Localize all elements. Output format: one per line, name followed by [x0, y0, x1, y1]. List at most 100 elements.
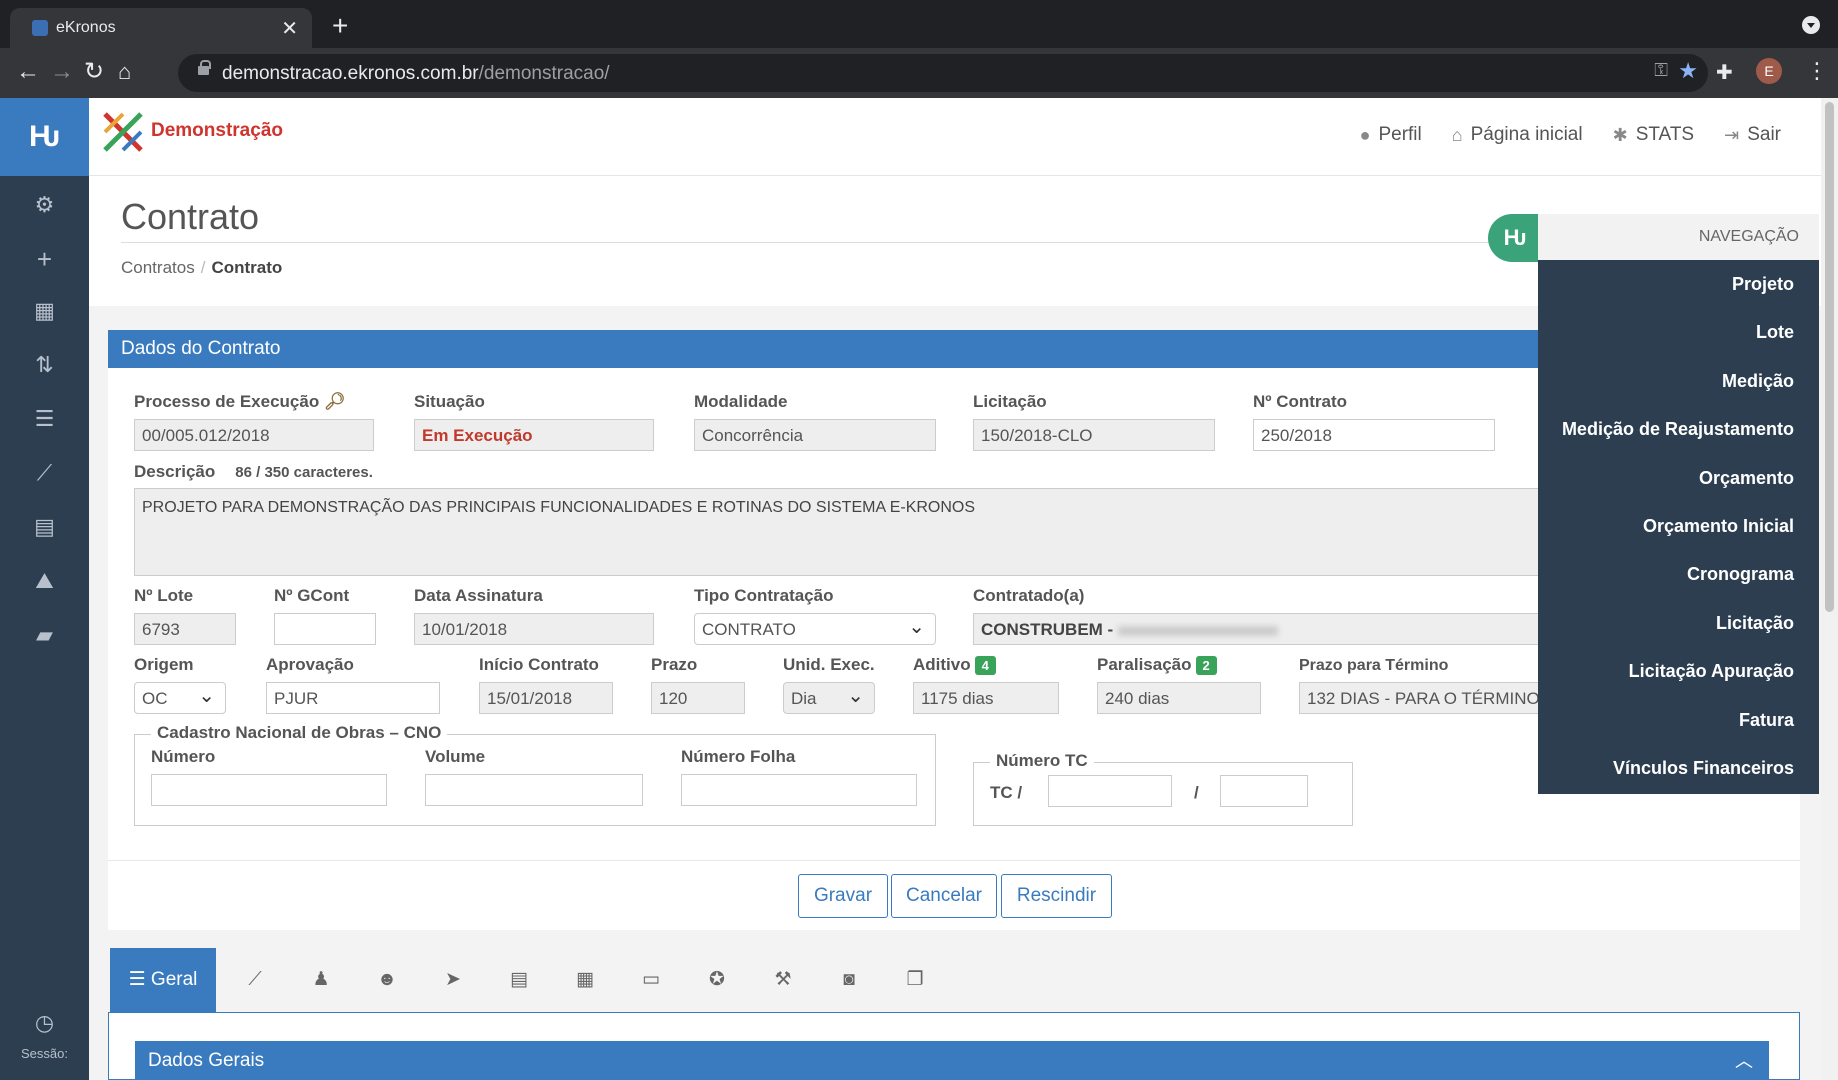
header-links: ● Perfil ⌂ Página inicial ✱ STATS ⇥ Sair [1360, 124, 1781, 146]
close-tab-icon[interactable]: ✕ [281, 16, 298, 41]
profile-avatar[interactable]: E [1756, 58, 1782, 84]
profile-link[interactable]: ● Perfil [1360, 124, 1422, 146]
cno-numero-input[interactable] [151, 774, 387, 806]
nav-item-medicao[interactable]: Medição [1538, 357, 1819, 405]
contrato-field[interactable]: 250/2018 [1253, 419, 1495, 451]
section-header[interactable]: Dados Gerais ︿ [135, 1041, 1769, 1080]
nav-item-lote[interactable]: Lote [1538, 308, 1819, 356]
key-icon[interactable]: ⚿ [1654, 60, 1668, 81]
chart-icon[interactable]: ⟋ [0, 460, 89, 486]
ekronos-logo-icon[interactable]: Ƕ [0, 98, 89, 176]
tab-camera-icon[interactable]: ◙ [824, 948, 874, 1012]
address-bar[interactable]: demonstracao.ekronos.com.br/demonstracao… [178, 54, 1708, 92]
browser-menu-icon[interactable]: ⋮ [1806, 58, 1828, 84]
assinatura-field: 10/01/2018 [414, 613, 654, 645]
list-icon[interactable]: ☰ [0, 406, 89, 432]
contratado-label: Contratado(a) [973, 586, 1085, 605]
tab-geral[interactable]: ☰ Geral [110, 948, 216, 1012]
tab-calendar-icon[interactable]: ▦ [560, 948, 610, 1012]
cancelar-button[interactable]: Cancelar [891, 874, 997, 918]
tc-number-input[interactable] [1048, 775, 1172, 807]
tab-document-icon[interactable]: ▤ [494, 948, 544, 1012]
assinatura-label: Data Assinatura [414, 586, 543, 605]
rescindir-button[interactable]: Rescindir [1001, 874, 1112, 918]
tc-year-input[interactable] [1220, 775, 1308, 807]
tipo-select[interactable]: CONTRATO [694, 613, 936, 645]
tab-card-icon[interactable]: ▭ [626, 948, 676, 1012]
forward-icon[interactable]: → [50, 58, 74, 86]
brand-logo-icon[interactable] [101, 110, 145, 154]
cno-folha-input[interactable] [681, 774, 917, 806]
nav-item-licitacao[interactable]: Licitação [1538, 599, 1819, 647]
tab-chart-icon[interactable]: ⟋ [230, 948, 280, 1012]
nav-item-cronograma[interactable]: Cronograma [1538, 550, 1819, 598]
logout-link[interactable]: ⇥ Sair [1724, 124, 1781, 146]
stats-link[interactable]: ✱ STATS [1613, 124, 1695, 146]
tc-legend: Número TC [990, 751, 1094, 771]
brand-name[interactable]: Demonstração [151, 120, 283, 142]
paralisacao-badge[interactable]: 2 [1195, 656, 1217, 676]
scrollbar-thumb[interactable] [1825, 102, 1834, 612]
home-link[interactable]: ⌂ Página inicial [1452, 124, 1583, 146]
lote-label: Nº Lote [134, 586, 194, 605]
modalidade-label: Modalidade [694, 392, 788, 411]
nav-item-medicao-reajustamento[interactable]: Medição de Reajustamento [1538, 405, 1819, 453]
extensions-icon[interactable]: ✚ [1716, 60, 1733, 85]
tab-award-icon[interactable]: ✪ [692, 948, 742, 1012]
tab-users-icon[interactable]: ☻ [362, 948, 412, 1012]
descricao-label: Descrição 86 / 350 caracteres. [134, 462, 373, 481]
aprovacao-label: Aprovação [266, 655, 354, 674]
tc-prefix: TC / [990, 783, 1023, 802]
tab-person-icon[interactable]: ♟ [296, 948, 346, 1012]
sort-icon[interactable]: ⇅ [0, 352, 89, 378]
tab-content: Dados Gerais ︿ [108, 1012, 1800, 1080]
tc-separator: / [1194, 783, 1199, 802]
browser-tab[interactable]: eKronos ✕ [10, 8, 312, 48]
add-icon[interactable]: + [0, 244, 89, 275]
inicio-label: Início Contrato [479, 655, 599, 674]
gcont-field[interactable] [274, 613, 376, 645]
tab-search-icon[interactable] [1802, 16, 1820, 34]
lock-icon [198, 60, 211, 75]
home-icon: ⌂ [1451, 124, 1463, 145]
home-icon[interactable]: ⌂ [118, 58, 131, 86]
gravar-button[interactable]: Gravar [798, 874, 888, 918]
nav-item-orcamento[interactable]: Orçamento [1538, 454, 1819, 502]
processo-field[interactable]: 00/005.012/2018 [134, 419, 374, 451]
tab-send-icon[interactable]: ➤ [428, 948, 478, 1012]
aprovacao-field[interactable]: PJUR [266, 682, 440, 714]
licitacao-label: Licitação [973, 392, 1047, 411]
tab-copy-icon[interactable]: ❐ [890, 948, 940, 1012]
map-icon[interactable]: ⛰ [0, 568, 89, 594]
browser-tab-bar: eKronos ✕ + [0, 0, 1838, 48]
search-icon[interactable]: 🔎︎ [324, 392, 346, 411]
reload-icon[interactable]: ↻ [84, 58, 104, 86]
calendar-icon[interactable]: ▦ [0, 298, 89, 324]
unid-select[interactable]: Dia [783, 682, 875, 714]
situacao-field: Em Execução [414, 419, 654, 451]
chevron-up-icon[interactable]: ︿ [1735, 1041, 1753, 1080]
breadcrumb-contratos[interactable]: Contratos [121, 258, 195, 277]
new-tab-icon[interactable]: + [332, 10, 348, 42]
cno-volume-input[interactable] [425, 774, 643, 806]
aditivo-badge[interactable]: 4 [974, 656, 996, 676]
session-label: Sessão: [21, 1046, 68, 1061]
navigation-toggle-icon[interactable]: Ƕ [1488, 214, 1542, 262]
bookmark-star-icon[interactable]: ★ [1678, 58, 1698, 84]
nav-item-fatura[interactable]: Fatura [1538, 696, 1819, 744]
folder-icon[interactable]: ▰ [0, 622, 89, 648]
nav-item-orcamento-inicial[interactable]: Orçamento Inicial [1538, 502, 1819, 550]
origem-label: Origem [134, 655, 194, 674]
origem-select[interactable]: OC [134, 682, 226, 714]
nav-item-vinculos-financeiros[interactable]: Vínculos Financeiros [1538, 744, 1819, 792]
document-icon[interactable]: ▤ [0, 514, 89, 540]
cno-fieldset: Cadastro Nacional de Obras – CNO Número … [134, 723, 936, 826]
tab-gavel-icon[interactable]: ⚒ [758, 948, 808, 1012]
nav-item-projeto[interactable]: Projeto [1538, 260, 1819, 308]
address-url: demonstracao.ekronos.com.br/demonstracao… [222, 63, 610, 84]
settings-icon[interactable]: ⚙ [0, 192, 89, 218]
back-icon[interactable]: ← [16, 58, 40, 86]
page-scrollbar[interactable] [1821, 98, 1838, 1080]
redacted-cnpj [1117, 625, 1278, 636]
nav-item-licitacao-apuracao[interactable]: Licitação Apuração [1538, 647, 1819, 695]
